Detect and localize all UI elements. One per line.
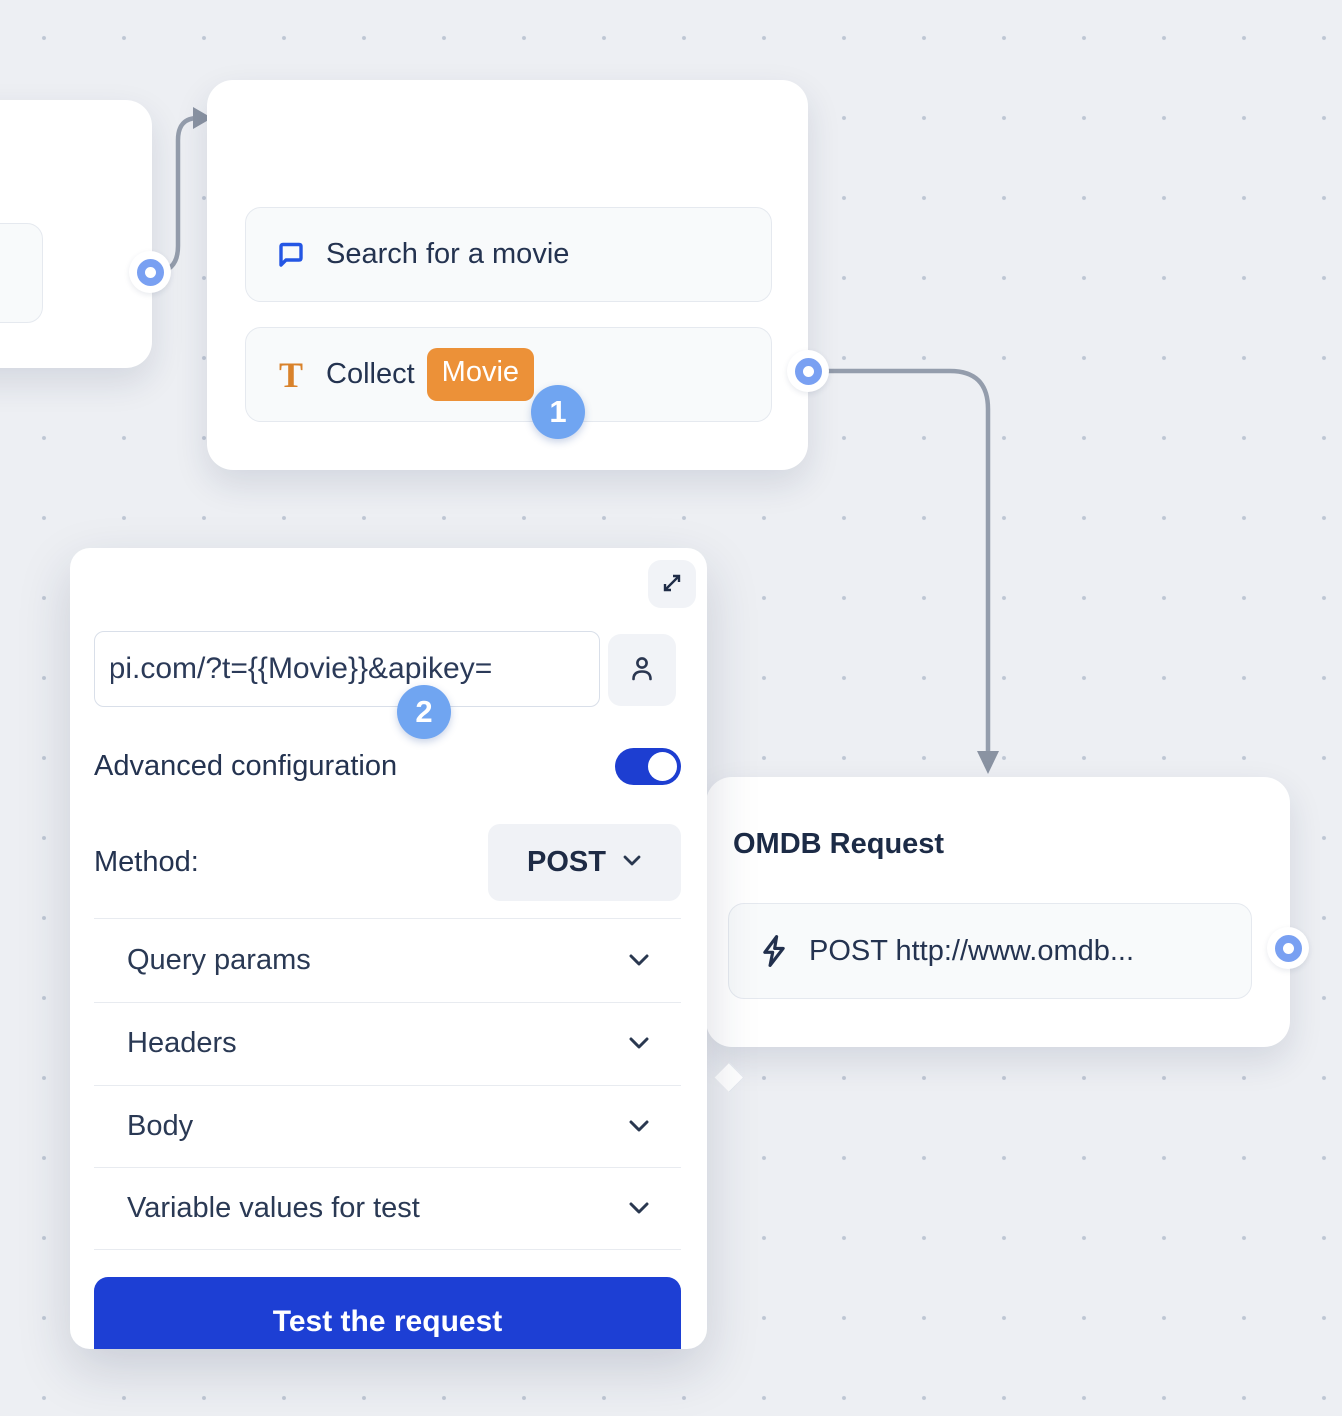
method-row: Method: POST — [94, 824, 681, 901]
section-body[interactable]: Body — [94, 1085, 681, 1167]
movie-search-node-card[interactable]: Movie search Search for a movie T Collec… — [207, 80, 808, 470]
section-label: Body — [94, 1110, 193, 1143]
section-headers[interactable]: Headers — [94, 1002, 681, 1084]
partial-node-card[interactable] — [0, 100, 152, 368]
partial-node-block[interactable] — [0, 223, 43, 323]
section-variable-values[interactable]: Variable values for test — [94, 1167, 681, 1249]
text-formatting-T-icon: T — [274, 357, 308, 393]
chevron-down-icon — [627, 1201, 651, 1216]
divider — [94, 1249, 681, 1250]
request-url-input[interactable] — [94, 631, 600, 707]
port-dot — [1275, 935, 1302, 962]
section-label: Variable values for test — [94, 1192, 420, 1225]
expand-icon — [659, 570, 685, 599]
block-label: Collect — [326, 358, 415, 391]
method-label: Method: — [94, 846, 199, 879]
advanced-configuration-row: Advanced configuration — [94, 746, 681, 786]
omdb-request-node-card[interactable]: OMDB Request POST http://www.omdb... — [706, 777, 1290, 1047]
variable-badge-movie[interactable]: Movie — [427, 348, 534, 400]
user-icon — [627, 653, 657, 688]
webhook-config-panel: Advanced configuration Method: POST Quer… — [70, 548, 707, 1349]
chat-bubble-icon — [274, 240, 308, 270]
output-port-movie-card[interactable] — [787, 350, 829, 392]
chevron-down-icon — [622, 854, 642, 872]
block-label: Search for a movie — [326, 238, 569, 271]
connector-line-movie-to-omdb — [810, 371, 988, 752]
expand-button[interactable] — [648, 560, 696, 608]
section-label: Headers — [94, 1027, 237, 1060]
toggle-knob — [648, 752, 677, 781]
output-port-left-card[interactable] — [129, 251, 171, 293]
output-port-omdb-card[interactable] — [1267, 927, 1309, 969]
send-message-block[interactable]: Search for a movie — [245, 207, 772, 302]
section-label: Query params — [94, 944, 311, 977]
connector-line-left-to-movie — [152, 118, 198, 272]
method-value: POST — [527, 846, 606, 879]
port-dot — [795, 358, 822, 385]
port-dot — [137, 259, 164, 286]
webhook-block[interactable]: POST http://www.omdb... — [728, 903, 1252, 999]
flow-canvas[interactable]: Movie search Search for a movie T Collec… — [0, 0, 1342, 1416]
chevron-down-icon — [627, 953, 651, 968]
block-label: POST http://www.omdb... — [809, 935, 1134, 968]
step-badge-1: 1 — [531, 385, 585, 439]
method-select[interactable]: POST — [488, 824, 681, 901]
test-request-button[interactable]: Test the request — [94, 1277, 681, 1349]
insert-variable-button[interactable] — [608, 634, 676, 706]
node-title: OMDB Request — [733, 828, 944, 861]
collect-input-block[interactable]: T Collect Movie — [245, 327, 772, 422]
advanced-configuration-toggle[interactable] — [615, 748, 681, 785]
lightning-icon — [757, 934, 791, 968]
section-query-params[interactable]: Query params — [94, 919, 681, 1001]
block-input-notch — [715, 1063, 745, 1093]
arrowhead-into-omdb-card — [977, 751, 999, 774]
chevron-down-icon — [627, 1119, 651, 1134]
step-badge-2: 2 — [397, 685, 451, 739]
chevron-down-icon — [627, 1036, 651, 1051]
advanced-configuration-label: Advanced configuration — [94, 750, 397, 783]
